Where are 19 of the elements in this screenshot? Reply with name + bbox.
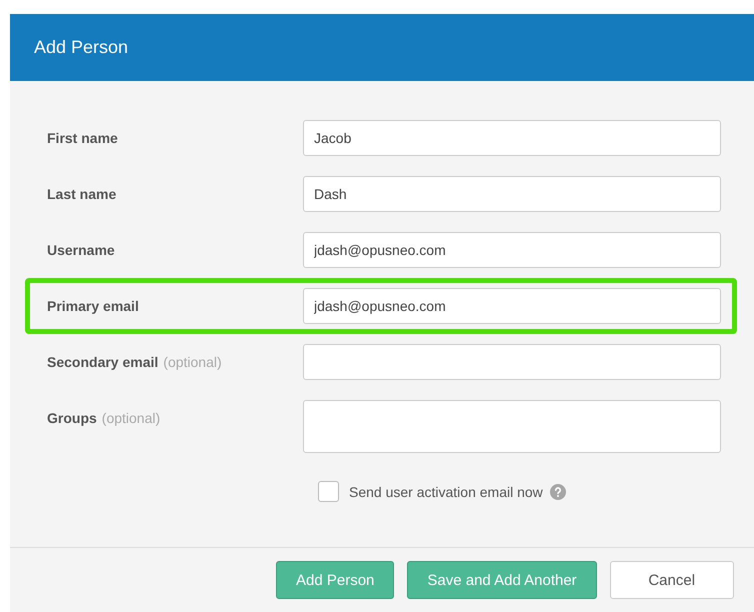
field-label: First name: [47, 130, 118, 146]
text-area[interactable]: [303, 400, 721, 453]
field-label: Secondary email: [47, 354, 158, 370]
field-label: Primary email: [47, 298, 139, 314]
dialog-title: Add Person: [34, 37, 128, 58]
input-field[interactable]: jdash@opusneo.com: [303, 288, 721, 324]
optional-hint: (optional): [163, 354, 222, 370]
cancel-button[interactable]: Cancel: [610, 561, 734, 599]
input-field[interactable]: Jacob: [303, 120, 721, 156]
field-label: Groups: [47, 410, 97, 426]
input-field[interactable]: jdash@opusneo.com: [303, 232, 721, 268]
input-field[interactable]: Dash: [303, 176, 721, 212]
checkbox[interactable]: [318, 481, 339, 502]
field-label: Last name: [47, 186, 116, 202]
field-label: Username: [47, 242, 115, 258]
input-field[interactable]: [303, 344, 721, 380]
checkbox-label: Send user activation email now: [349, 484, 543, 500]
help-icon[interactable]: [550, 484, 566, 500]
optional-hint: (optional): [102, 410, 160, 426]
